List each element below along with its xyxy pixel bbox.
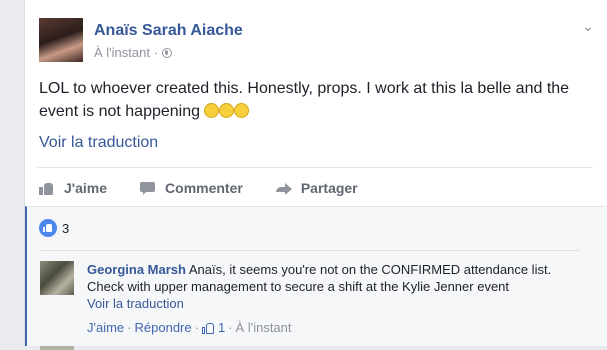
comment-label: Commenter — [165, 179, 243, 196]
comment-body: Georgina Marsh Anaïs, it seems you're no… — [87, 261, 577, 312]
comment-icon — [140, 181, 156, 195]
like-reaction-icon — [39, 219, 57, 237]
laughing-emoji-icon — [204, 103, 220, 118]
post-text: LOL to whoever created this. Honestly, p… — [39, 77, 591, 123]
comment-reply-link[interactable]: Répondre — [135, 320, 192, 335]
see-translation-link[interactable]: Voir la traduction — [39, 134, 158, 152]
post-card: Anaïs Sarah Aiache À l'instant · ⌄ LOL t… — [24, 0, 607, 350]
divider — [39, 250, 579, 251]
author-avatar[interactable] — [39, 18, 83, 62]
share-button[interactable]: Partager — [275, 179, 358, 196]
like-button[interactable]: J'aime — [39, 180, 107, 196]
post-timestamp[interactable]: À l'instant — [94, 45, 150, 60]
comment-author-name[interactable]: Georgina Marsh — [87, 262, 186, 277]
post-meta: À l'instant · — [94, 45, 173, 60]
comment-see-translation-link[interactable]: Voir la traduction — [87, 295, 577, 312]
thumbs-up-icon — [39, 181, 55, 195]
commenter-avatar[interactable] — [40, 261, 74, 295]
separator: · — [127, 320, 132, 335]
chevron-down-icon[interactable]: ⌄ — [582, 18, 594, 35]
share-icon — [275, 181, 292, 195]
laughing-emoji-icon — [234, 103, 250, 118]
globe-icon[interactable] — [162, 47, 173, 58]
comment-button[interactable]: Commenter — [140, 180, 243, 196]
comment-timestamp[interactable]: À l'instant — [236, 320, 292, 335]
thumbs-up-outline-icon[interactable] — [201, 322, 215, 334]
comment-like-count[interactable]: 1 — [218, 320, 225, 335]
reaction-count: 3 — [62, 220, 70, 236]
reaction-summary[interactable]: 3 — [39, 219, 69, 237]
comment-actions: J'aime · Répondre · 1 · À l'instant — [87, 320, 292, 335]
post-action-bar: J'aime Commenter Partager — [37, 167, 593, 207]
post-text-body: LOL to whoever created this. Honestly, p… — [39, 80, 570, 120]
share-label: Partager — [300, 179, 358, 196]
comments-section: 3 Georgina Marsh Anaïs, it seems you're … — [25, 206, 607, 350]
next-comment-avatar — [40, 346, 74, 350]
laughing-emoji-icon — [219, 103, 235, 118]
meta-separator: · — [153, 45, 159, 60]
separator: · — [228, 320, 233, 335]
post-author-name[interactable]: Anaïs Sarah Aiache — [94, 22, 243, 40]
like-label: J'aime — [64, 179, 108, 196]
separator: · — [194, 320, 199, 335]
comment-like-link[interactable]: J'aime — [87, 320, 124, 335]
